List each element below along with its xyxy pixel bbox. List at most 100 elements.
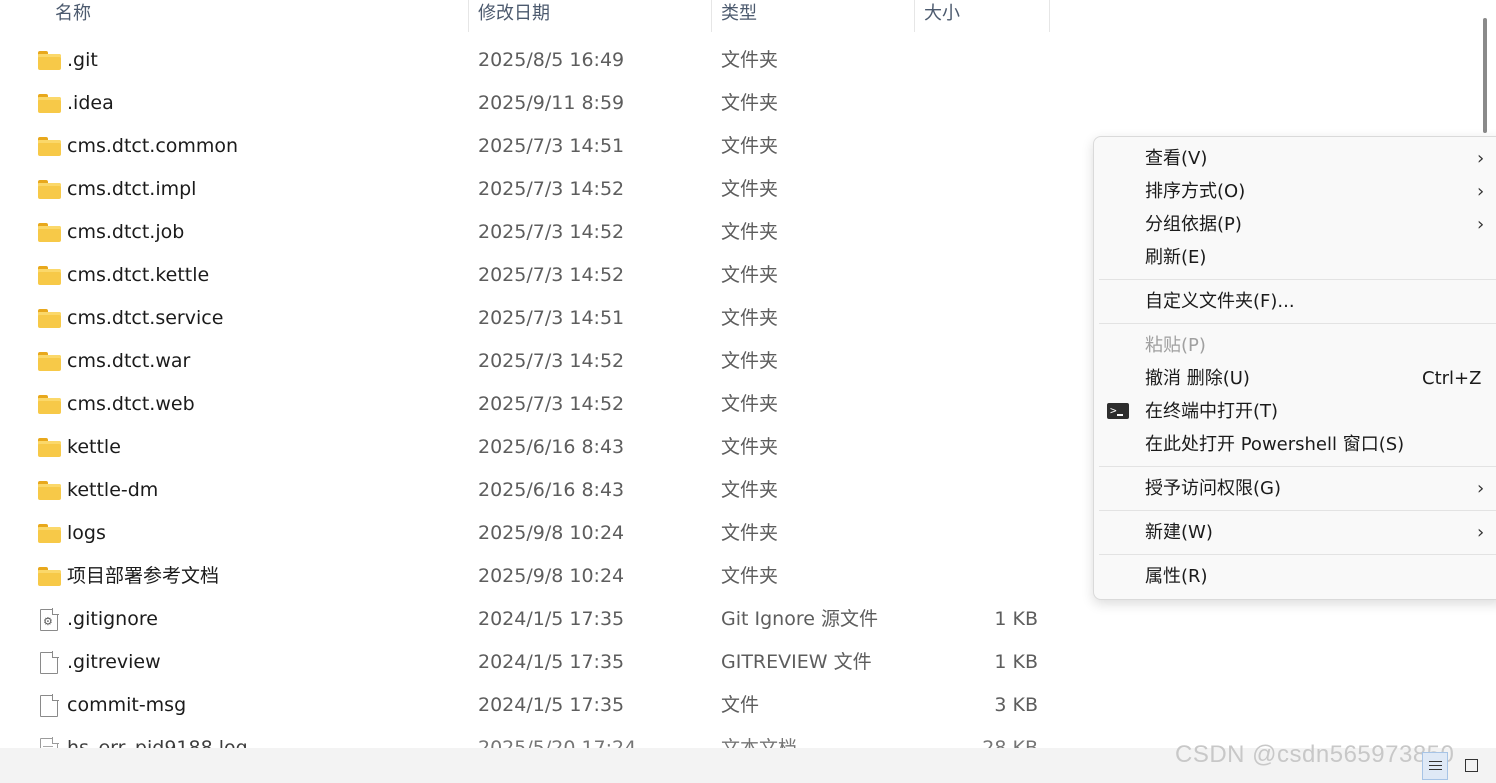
file-row[interactable]: logs 2025/9/8 10:24 文件夹 xyxy=(0,512,1060,555)
file-size: 1 KB xyxy=(994,651,1038,673)
text-file-icon xyxy=(40,737,59,748)
menu-item-label: 分组依据(P) xyxy=(1145,214,1242,235)
gear-file-icon: ⚙ xyxy=(40,608,59,631)
column-name-header[interactable]: 名称 xyxy=(46,0,468,32)
column-divider[interactable] xyxy=(1049,0,1050,32)
file-date: 2025/9/8 10:24 xyxy=(478,565,625,587)
file-type: 文件夹 xyxy=(721,436,779,458)
watermark: CSDN @csdn565973850 xyxy=(1175,741,1455,768)
tiles-view-button[interactable] xyxy=(1460,752,1486,780)
file-row[interactable]: cms.dtct.common 2025/7/3 14:51 文件夹 xyxy=(0,125,1060,168)
file-row[interactable]: cms.dtct.job 2025/7/3 14:52 文件夹 xyxy=(0,211,1060,254)
menu-item-label: 授予访问权限(G) xyxy=(1145,478,1281,499)
file-row[interactable]: cms.dtct.war 2025/7/3 14:52 文件夹 xyxy=(0,340,1060,383)
file-row[interactable]: .gitreview 2024/1/5 17:35 GITREVIEW 文件 1… xyxy=(0,641,1060,684)
file-size: 28 KB xyxy=(982,737,1038,748)
file-row[interactable]: kettle 2025/6/16 8:43 文件夹 xyxy=(0,426,1060,469)
file-name: cms.dtct.war xyxy=(67,350,191,372)
menu-item-customize-folder[interactable]: 自定义文件夹(F)... xyxy=(1094,286,1496,318)
file-size xyxy=(930,297,1038,340)
file-name: cms.dtct.kettle xyxy=(67,264,210,286)
file-row[interactable]: cms.dtct.impl 2025/7/3 14:52 文件夹 xyxy=(0,168,1060,211)
file-date: 2025/7/3 14:51 xyxy=(478,135,625,157)
file-name: logs xyxy=(67,522,106,544)
file-name: cms.dtct.common xyxy=(67,135,239,157)
file-date: 2024/1/5 17:35 xyxy=(478,694,625,716)
chevron-right-icon: › xyxy=(1477,478,1485,499)
file-type: 文件夹 xyxy=(721,49,779,71)
file-date: 2024/1/5 17:35 xyxy=(478,651,625,673)
file-name: hs_err_pid9188.log xyxy=(67,737,248,748)
file-row[interactable]: .git 2025/8/5 16:49 文件夹 xyxy=(0,39,1060,82)
menu-item-label: 在此处打开 Powershell 窗口(S) xyxy=(1145,434,1405,455)
folder-icon xyxy=(38,524,61,543)
file-size xyxy=(930,82,1038,125)
file-row[interactable]: commit-msg 2024/1/5 17:35 文件 3 KB xyxy=(0,684,1060,727)
column-date-header[interactable]: 修改日期 xyxy=(469,0,711,32)
file-size xyxy=(930,168,1038,211)
file-name: commit-msg xyxy=(67,694,187,716)
folder-icon xyxy=(38,438,61,457)
menu-item-open-terminal[interactable]: > 在终端中打开(T) xyxy=(1094,396,1496,428)
file-size xyxy=(930,383,1038,426)
file-name: .idea xyxy=(67,92,114,114)
folder-icon xyxy=(38,266,61,285)
menu-separator xyxy=(1099,554,1496,555)
file-name: .gitreview xyxy=(67,651,161,673)
menu-item-group[interactable]: 分组依据(P) › xyxy=(1094,209,1496,241)
file-row[interactable]: .idea 2025/9/11 8:59 文件夹 xyxy=(0,82,1060,125)
file-row[interactable]: cms.dtct.kettle 2025/7/3 14:52 文件夹 xyxy=(0,254,1060,297)
file-row[interactable]: cms.dtct.web 2025/7/3 14:52 文件夹 xyxy=(0,383,1060,426)
file-row[interactable]: ⚙ .gitignore 2024/1/5 17:35 Git Ignore 源… xyxy=(0,598,1060,641)
details-view-button[interactable] xyxy=(1422,752,1448,780)
menu-item-refresh[interactable]: 刷新(E) xyxy=(1094,242,1496,274)
file-type: 文件夹 xyxy=(721,393,779,415)
file-icon xyxy=(40,651,59,674)
menu-item-shortcut: Ctrl+Z xyxy=(1422,368,1482,389)
menu-item-label: 刷新(E) xyxy=(1145,247,1207,268)
file-date: 2024/1/5 17:35 xyxy=(478,608,625,630)
file-row[interactable]: 项目部署参考文档 2025/9/8 10:24 文件夹 xyxy=(0,555,1060,598)
file-date: 2025/7/3 14:52 xyxy=(478,221,625,243)
folder-icon xyxy=(38,94,61,113)
file-size xyxy=(930,340,1038,383)
folder-icon xyxy=(38,309,61,328)
menu-item-properties[interactable]: 属性(R) xyxy=(1094,561,1496,593)
file-type: GITREVIEW 文件 xyxy=(721,651,872,673)
file-icon xyxy=(40,694,59,717)
file-row[interactable]: cms.dtct.service 2025/7/3 14:51 文件夹 xyxy=(0,297,1060,340)
file-date: 2025/9/8 10:24 xyxy=(478,522,625,544)
menu-separator xyxy=(1099,466,1496,467)
file-type: 文件夹 xyxy=(721,479,779,501)
menu-item-view[interactable]: 查看(V) › xyxy=(1094,143,1496,175)
file-name: cms.dtct.web xyxy=(67,393,195,415)
context-menu: 查看(V) › 排序方式(O) › 分组依据(P) › 刷新(E) 自定义文件夹… xyxy=(1093,136,1496,600)
file-row[interactable]: kettle-dm 2025/6/16 8:43 文件夹 xyxy=(0,469,1060,512)
menu-item-undo-delete[interactable]: 撤消 删除(U) Ctrl+Z xyxy=(1094,363,1496,395)
file-date: 2025/7/3 14:52 xyxy=(478,264,625,286)
menu-separator xyxy=(1099,279,1496,280)
menu-item-sort[interactable]: 排序方式(O) › xyxy=(1094,176,1496,208)
file-date: 2025/7/3 14:51 xyxy=(478,307,625,329)
menu-item-label: 撤消 删除(U) xyxy=(1145,368,1250,389)
menu-item-paste: 粘贴(P) xyxy=(1094,330,1496,362)
terminal-icon: > xyxy=(1107,403,1129,419)
file-type: 文件夹 xyxy=(721,178,779,200)
file-date: 2025/6/16 8:43 xyxy=(478,436,625,458)
file-name: .git xyxy=(67,49,98,71)
file-size xyxy=(930,254,1038,297)
file-date: 2025/7/3 14:52 xyxy=(478,393,625,415)
file-size xyxy=(930,555,1038,598)
scrollbar-thumb[interactable] xyxy=(1483,18,1487,133)
column-type-header[interactable]: 类型 xyxy=(712,0,914,32)
file-name: kettle-dm xyxy=(67,479,159,501)
file-date: 2025/7/3 14:52 xyxy=(478,178,625,200)
column-size-header[interactable]: 大小 xyxy=(915,0,1049,32)
menu-item-new[interactable]: 新建(W) › xyxy=(1094,517,1496,549)
file-type: 文件夹 xyxy=(721,565,779,587)
menu-item-open-powershell[interactable]: 在此处打开 Powershell 窗口(S) xyxy=(1094,429,1496,461)
folder-icon xyxy=(38,481,61,500)
menu-item-grant-access[interactable]: 授予访问权限(G) › xyxy=(1094,473,1496,505)
file-row[interactable]: hs_err_pid9188.log 2025/5/20 17:24 文本文档 … xyxy=(0,727,1060,748)
file-date: 2025/5/20 17:24 xyxy=(478,737,637,748)
